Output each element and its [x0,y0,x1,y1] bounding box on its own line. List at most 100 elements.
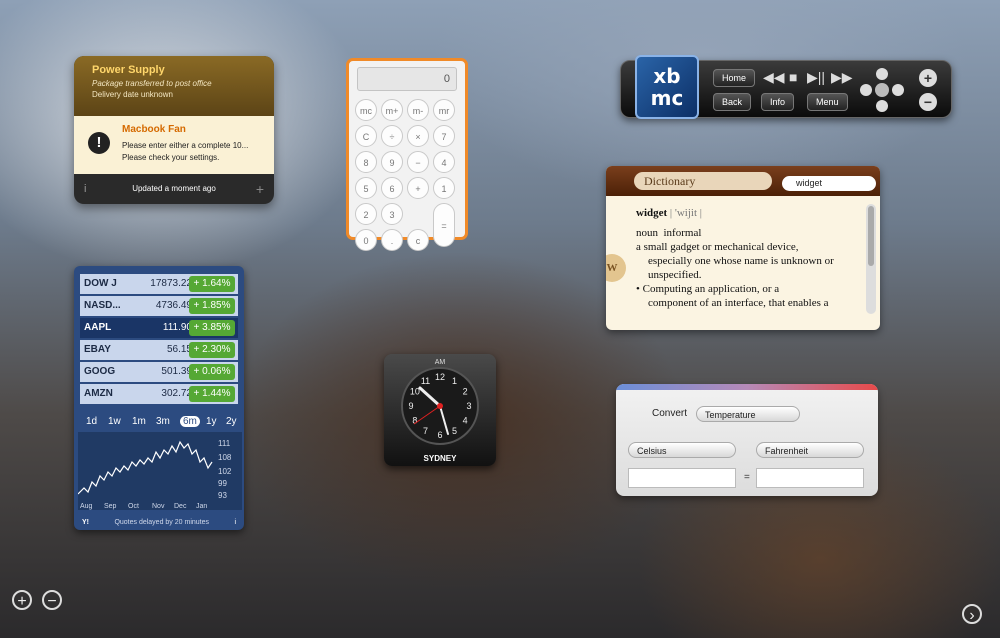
rewind-icon[interactable]: ◀◀ [763,69,785,86]
tab-2y[interactable]: 2y [226,416,237,427]
ytick-93: 93 [218,491,227,500]
add-icon[interactable]: + [256,174,264,204]
back-button[interactable]: Back [713,93,752,111]
calc-key-4[interactable]: 4 [433,151,455,173]
stock-row[interactable]: EBAY 56.15 + 2.30% [80,340,238,360]
add-widget-button[interactable]: + [12,590,32,610]
month-oct: Oct [128,503,139,510]
clock-number: 6 [437,430,442,440]
calc-key-c[interactable]: c [407,229,429,251]
next-page-button[interactable]: › [962,604,982,624]
volume-down-button[interactable]: − [919,93,937,111]
calc-key-mplus[interactable]: m+ [381,99,403,121]
dictionary-source-select[interactable]: Dictionary [634,172,772,190]
tab-3m[interactable]: 3m [156,416,170,427]
clock-city: SYDNEY [424,454,458,463]
stock-change[interactable]: + 1.44% [189,386,235,402]
calc-key-6[interactable]: 6 [381,177,403,199]
calc-key-2[interactable]: 2 [355,203,377,225]
play-pause-icon[interactable]: ▶|| [807,69,825,86]
fast-forward-icon[interactable]: ▶▶ [831,69,853,86]
calc-key-minus[interactable]: − [407,151,429,173]
stock-symbol: DOW J [84,278,117,289]
alert-icon: ! [88,132,110,154]
equals-sign: = [744,472,750,483]
remove-widget-button[interactable]: − [42,590,62,610]
calc-key-8[interactable]: 8 [355,151,377,173]
dpad-icon[interactable] [857,65,907,115]
info-icon[interactable]: i [234,519,236,526]
stock-row[interactable]: AMZN 302.72 + 1.44% [80,384,238,404]
info-button[interactable]: Info [761,93,795,111]
calc-key-plus[interactable]: + [407,177,429,199]
stock-price: 501.39 [161,366,192,377]
stock-change[interactable]: + 3.85% [189,320,235,336]
clock-number: 8 [412,416,417,426]
clock-face: AM 12 12 3 45678 9 1011 SYDNEY [401,359,479,463]
calc-key-7[interactable]: 7 [433,125,455,147]
to-unit-select[interactable]: Fahrenheit [756,442,864,458]
power-supply-title: Power Supply [92,64,165,76]
volume-up-button[interactable]: + [919,69,937,87]
tab-1m[interactable]: 1m [132,416,146,427]
calc-key-3[interactable]: 3 [381,203,403,225]
macbook-fan-notice[interactable]: ! Macbook Fan Please enter either a comp… [74,116,274,174]
calc-key-decimal[interactable]: . [381,229,403,251]
dictionary-scrollbar[interactable] [866,204,876,314]
tab-1d[interactable]: 1d [86,416,97,427]
part-of-speech: noun [636,227,658,239]
stock-row[interactable]: DOW J 17873.22 + 1.64% [80,274,238,294]
clock-number: 4 [463,416,468,426]
yahoo-logo-icon[interactable]: Y! [82,519,89,526]
dictionary-seal-icon: W [606,254,626,282]
from-value-input[interactable] [628,468,736,488]
calc-key-divide[interactable]: ÷ [381,125,403,147]
month-sep: Sep [104,503,117,510]
stock-change[interactable]: + 0.06% [189,364,235,380]
stock-row[interactable]: GOOG 501.39 + 0.06% [80,362,238,382]
tab-1y[interactable]: 1y [206,416,217,427]
macbook-fan-line2: Please check your settings. [122,153,220,162]
clock-number: 10 [410,387,420,397]
world-clock-widget[interactable]: AM 12 1 2 3 4 5 6 7 8 9 10 11 SYDNEY [384,354,496,466]
home-button[interactable]: Home [713,69,756,87]
stock-change[interactable]: + 1.64% [189,276,235,292]
definition-1a: a small gadget or mechanical device, [636,241,799,253]
calc-key-mc[interactable]: mc [355,99,377,121]
power-supply-status: Package transferred to post office [92,79,212,88]
calc-key-multiply[interactable]: × [407,125,429,147]
stock-change[interactable]: + 1.85% [189,298,235,314]
am-pm-label: AM [435,359,446,366]
calc-key-mminus[interactable]: m- [407,99,429,121]
dictionary-entry: widget | 'wijit | noun informal a small … [606,196,864,330]
xbmc-logo-top: xb [653,64,681,88]
stock-row[interactable]: NASD... 4736.49 + 1.85% [80,296,238,316]
xbmc-remote-widget: xb mc Home Back Info Menu ◀◀ ■ ▶|| ▶▶ + … [620,55,952,119]
from-unit-select[interactable]: Celsius [628,442,736,458]
calc-key-equals[interactable]: = [433,203,455,247]
to-value-input[interactable] [756,468,864,488]
xbmc-logo: xb mc [635,55,699,119]
tab-6m[interactable]: 6m [180,416,200,427]
stock-change[interactable]: + 2.30% [189,342,235,358]
xbmc-logo-bottom: mc [650,86,684,110]
calc-key-9[interactable]: 9 [381,151,403,173]
clock-number: 7 [423,426,428,436]
tab-1w[interactable]: 1w [108,416,121,427]
stock-symbol: AMZN [84,388,113,399]
info-icon[interactable]: i [84,174,86,204]
calc-key-0[interactable]: 0 [355,229,377,251]
calc-key-clear[interactable]: C [355,125,377,147]
dictionary-search-input[interactable]: widget [782,176,876,191]
stock-row[interactable]: AAPL 111.90 + 3.85% [80,318,238,338]
calc-key-1[interactable]: 1 [433,177,455,199]
conversion-type-select[interactable]: Temperature [696,406,800,422]
calc-key-mr[interactable]: mr [433,99,455,121]
stock-symbol: EBAY [84,344,111,355]
menu-button[interactable]: Menu [807,93,848,111]
stop-icon[interactable]: ■ [789,69,797,85]
notification-widget: Power Supply Package transferred to post… [74,56,274,204]
updated-text: Updated a moment ago [132,184,216,193]
calc-key-5[interactable]: 5 [355,177,377,199]
power-supply-notice[interactable]: Power Supply Package transferred to post… [74,56,274,116]
